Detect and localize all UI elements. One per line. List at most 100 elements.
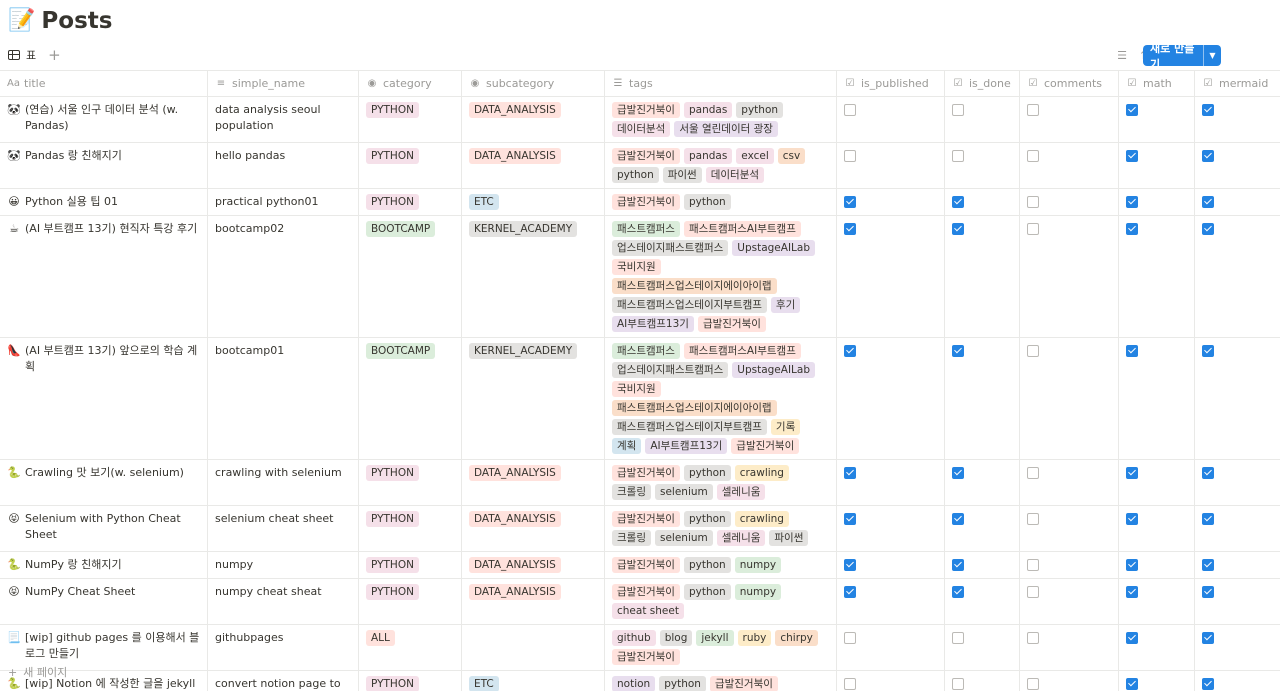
is-published-checkbox[interactable] — [844, 104, 856, 116]
column-header-title[interactable]: Aa title — [0, 71, 208, 96]
tags-cell[interactable]: 급발진거북이 python numpy — [605, 552, 837, 578]
is-published-checkbox[interactable] — [844, 513, 856, 525]
row-title[interactable]: ☕ (AI 부트캠프 13기) 현직자 특강 후기 — [7, 221, 200, 237]
simple-name-cell[interactable]: convert notion page to jekyll post — [208, 671, 359, 691]
category-cell[interactable]: PYTHON — [359, 506, 462, 551]
mermaid-checkbox[interactable] — [1202, 513, 1214, 525]
simple-name-cell[interactable]: bootcamp02 — [208, 216, 359, 337]
comments-checkbox[interactable] — [1027, 559, 1039, 571]
simple-name-cell[interactable]: selenium cheat sheet — [208, 506, 359, 551]
subcategory-cell[interactable]: KERNEL_ACADEMY — [462, 216, 605, 337]
subcategory-cell[interactable]: DATA_ANALYSIS — [462, 552, 605, 578]
category-cell[interactable]: PYTHON — [359, 552, 462, 578]
tags-cell[interactable]: 급발진거북이 python numpy cheat sheet — [605, 579, 837, 624]
title-cell[interactable]: 😝 Selenium with Python Cheat Sheet — [0, 506, 208, 551]
row-title-text[interactable]: (AI 부트캠프 13기) 현직자 특강 후기 — [25, 221, 197, 237]
tags-cell[interactable]: 패스트캠퍼스 패스트캠퍼스AI부트캠프 업스테이지패스트캠퍼스 UpstageAILa… — [605, 338, 837, 459]
row-title-text[interactable]: (연습) 서울 인구 데이터 분석 (w. Pandas) — [25, 102, 200, 134]
category-cell[interactable]: PYTHON — [359, 189, 462, 215]
row-title[interactable]: 🐍 NumPy 랑 친해지기 — [7, 557, 200, 573]
comments-checkbox[interactable] — [1027, 467, 1039, 479]
mermaid-checkbox[interactable] — [1202, 104, 1214, 116]
is-done-checkbox[interactable] — [952, 345, 964, 357]
is-done-checkbox[interactable] — [952, 150, 964, 162]
simple-name-cell[interactable]: numpy — [208, 552, 359, 578]
mermaid-checkbox[interactable] — [1202, 678, 1214, 690]
is-done-checkbox[interactable] — [952, 678, 964, 690]
tags-cell[interactable]: 급발진거북이 pandas python 데이터분석 서울 열린데이터 광장 — [605, 97, 837, 142]
row-title[interactable]: 😝 NumPy Cheat Sheet — [7, 584, 200, 600]
column-header-comments[interactable]: ☑ comments — [1020, 71, 1119, 96]
mermaid-checkbox[interactable] — [1202, 632, 1214, 644]
math-checkbox[interactable] — [1126, 586, 1138, 598]
is-done-checkbox[interactable] — [952, 467, 964, 479]
simple-name-cell[interactable]: numpy cheat sheat — [208, 579, 359, 624]
title-cell[interactable]: 🐍 NumPy 랑 친해지기 — [0, 552, 208, 578]
row-title-text[interactable]: Selenium with Python Cheat Sheet — [25, 511, 200, 543]
row-title[interactable]: 📃 [wip] github pages 를 이용해서 블로그 만들기 — [7, 630, 200, 662]
tags-cell[interactable]: 패스트캠퍼스 패스트캠퍼스AI부트캠프 업스테이지패스트캠퍼스 UpstageAILa… — [605, 216, 837, 337]
title-cell[interactable]: 🐼 (연습) 서울 인구 데이터 분석 (w. Pandas) — [0, 97, 208, 142]
title-cell[interactable]: 👠 (AI 부트캠프 13기) 앞으로의 학습 계획 — [0, 338, 208, 459]
column-header-is-done[interactable]: ☑ is_done — [945, 71, 1020, 96]
tags-cell[interactable]: 급발진거북이 python — [605, 189, 837, 215]
title-cell[interactable]: 🐼 Pandas 랑 친해지기 — [0, 143, 208, 188]
math-checkbox[interactable] — [1126, 632, 1138, 644]
tags-cell[interactable]: 급발진거북이 python crawling 크롤링 selenium 셀레니움 — [605, 460, 837, 505]
simple-name-cell[interactable]: hello pandas — [208, 143, 359, 188]
category-cell[interactable]: PYTHON — [359, 97, 462, 142]
math-checkbox[interactable] — [1126, 104, 1138, 116]
title-cell[interactable]: 🐍 Crawling 맛 보기(w. selenium) — [0, 460, 208, 505]
is-published-checkbox[interactable] — [844, 223, 856, 235]
math-checkbox[interactable] — [1126, 196, 1138, 208]
comments-checkbox[interactable] — [1027, 678, 1039, 690]
math-checkbox[interactable] — [1126, 150, 1138, 162]
simple-name-cell[interactable]: githubpages — [208, 625, 359, 670]
row-title-text[interactable]: Python 실용 팁 01 — [25, 194, 118, 210]
comments-checkbox[interactable] — [1027, 632, 1039, 644]
category-cell[interactable]: BOOTCAMP — [359, 216, 462, 337]
is-published-checkbox[interactable] — [844, 196, 856, 208]
subcategory-cell[interactable]: DATA_ANALYSIS — [462, 143, 605, 188]
row-title-text[interactable]: Pandas 랑 친해지기 — [25, 148, 122, 164]
row-title[interactable]: 😀 Python 실용 팁 01 — [7, 194, 200, 210]
title-cell[interactable]: 😀 Python 실용 팁 01 — [0, 189, 208, 215]
mermaid-checkbox[interactable] — [1202, 150, 1214, 162]
mermaid-checkbox[interactable] — [1202, 586, 1214, 598]
row-title[interactable]: 🐼 (연습) 서울 인구 데이터 분석 (w. Pandas) — [7, 102, 200, 134]
column-header-is-published[interactable]: ☑ is_published — [837, 71, 945, 96]
new-button[interactable]: 새로 만들기 ▼ — [1143, 42, 1221, 71]
row-title-text[interactable]: (AI 부트캠프 13기) 앞으로의 학습 계획 — [25, 343, 200, 375]
mermaid-checkbox[interactable] — [1202, 223, 1214, 235]
row-title[interactable]: 🐍 Crawling 맛 보기(w. selenium) — [7, 465, 200, 481]
tags-cell[interactable]: 급발진거북이 pandas excel csv python 파이썬 데이터분석 — [605, 143, 837, 188]
row-title-text[interactable]: NumPy Cheat Sheet — [25, 584, 135, 600]
is-published-checkbox[interactable] — [844, 345, 856, 357]
math-checkbox[interactable] — [1126, 223, 1138, 235]
is-done-checkbox[interactable] — [952, 513, 964, 525]
row-title[interactable]: 😝 Selenium with Python Cheat Sheet — [7, 511, 200, 543]
subcategory-cell[interactable]: KERNEL_ACADEMY — [462, 338, 605, 459]
category-cell[interactable]: PYTHON — [359, 460, 462, 505]
simple-name-cell[interactable]: data analysis seoul population — [208, 97, 359, 142]
is-published-checkbox[interactable] — [844, 559, 856, 571]
comments-checkbox[interactable] — [1027, 345, 1039, 357]
is-published-checkbox[interactable] — [844, 586, 856, 598]
mermaid-checkbox[interactable] — [1202, 196, 1214, 208]
tags-cell[interactable]: 급발진거북이 python crawling 크롤링 selenium 셀레니움 파이썬 — [605, 506, 837, 551]
is-published-checkbox[interactable] — [844, 632, 856, 644]
subcategory-cell[interactable] — [462, 625, 605, 670]
simple-name-cell[interactable]: crawling with selenium — [208, 460, 359, 505]
chevron-down-icon[interactable]: ▼ — [1203, 45, 1221, 66]
category-cell[interactable]: BOOTCAMP — [359, 338, 462, 459]
is-done-checkbox[interactable] — [952, 559, 964, 571]
column-header-mermaid[interactable]: ☑ mermaid — [1195, 71, 1280, 96]
category-cell[interactable]: PYTHON — [359, 143, 462, 188]
simple-name-cell[interactable]: practical python01 — [208, 189, 359, 215]
column-header-category[interactable]: ◉ category — [359, 71, 462, 96]
row-title-text[interactable]: Crawling 맛 보기(w. selenium) — [25, 465, 184, 481]
row-title-text[interactable]: [wip] github pages 를 이용해서 블로그 만들기 — [25, 630, 200, 662]
subcategory-cell[interactable]: DATA_ANALYSIS — [462, 97, 605, 142]
mermaid-checkbox[interactable] — [1202, 345, 1214, 357]
column-header-subcategory[interactable]: ◉ subcategory — [462, 71, 605, 96]
